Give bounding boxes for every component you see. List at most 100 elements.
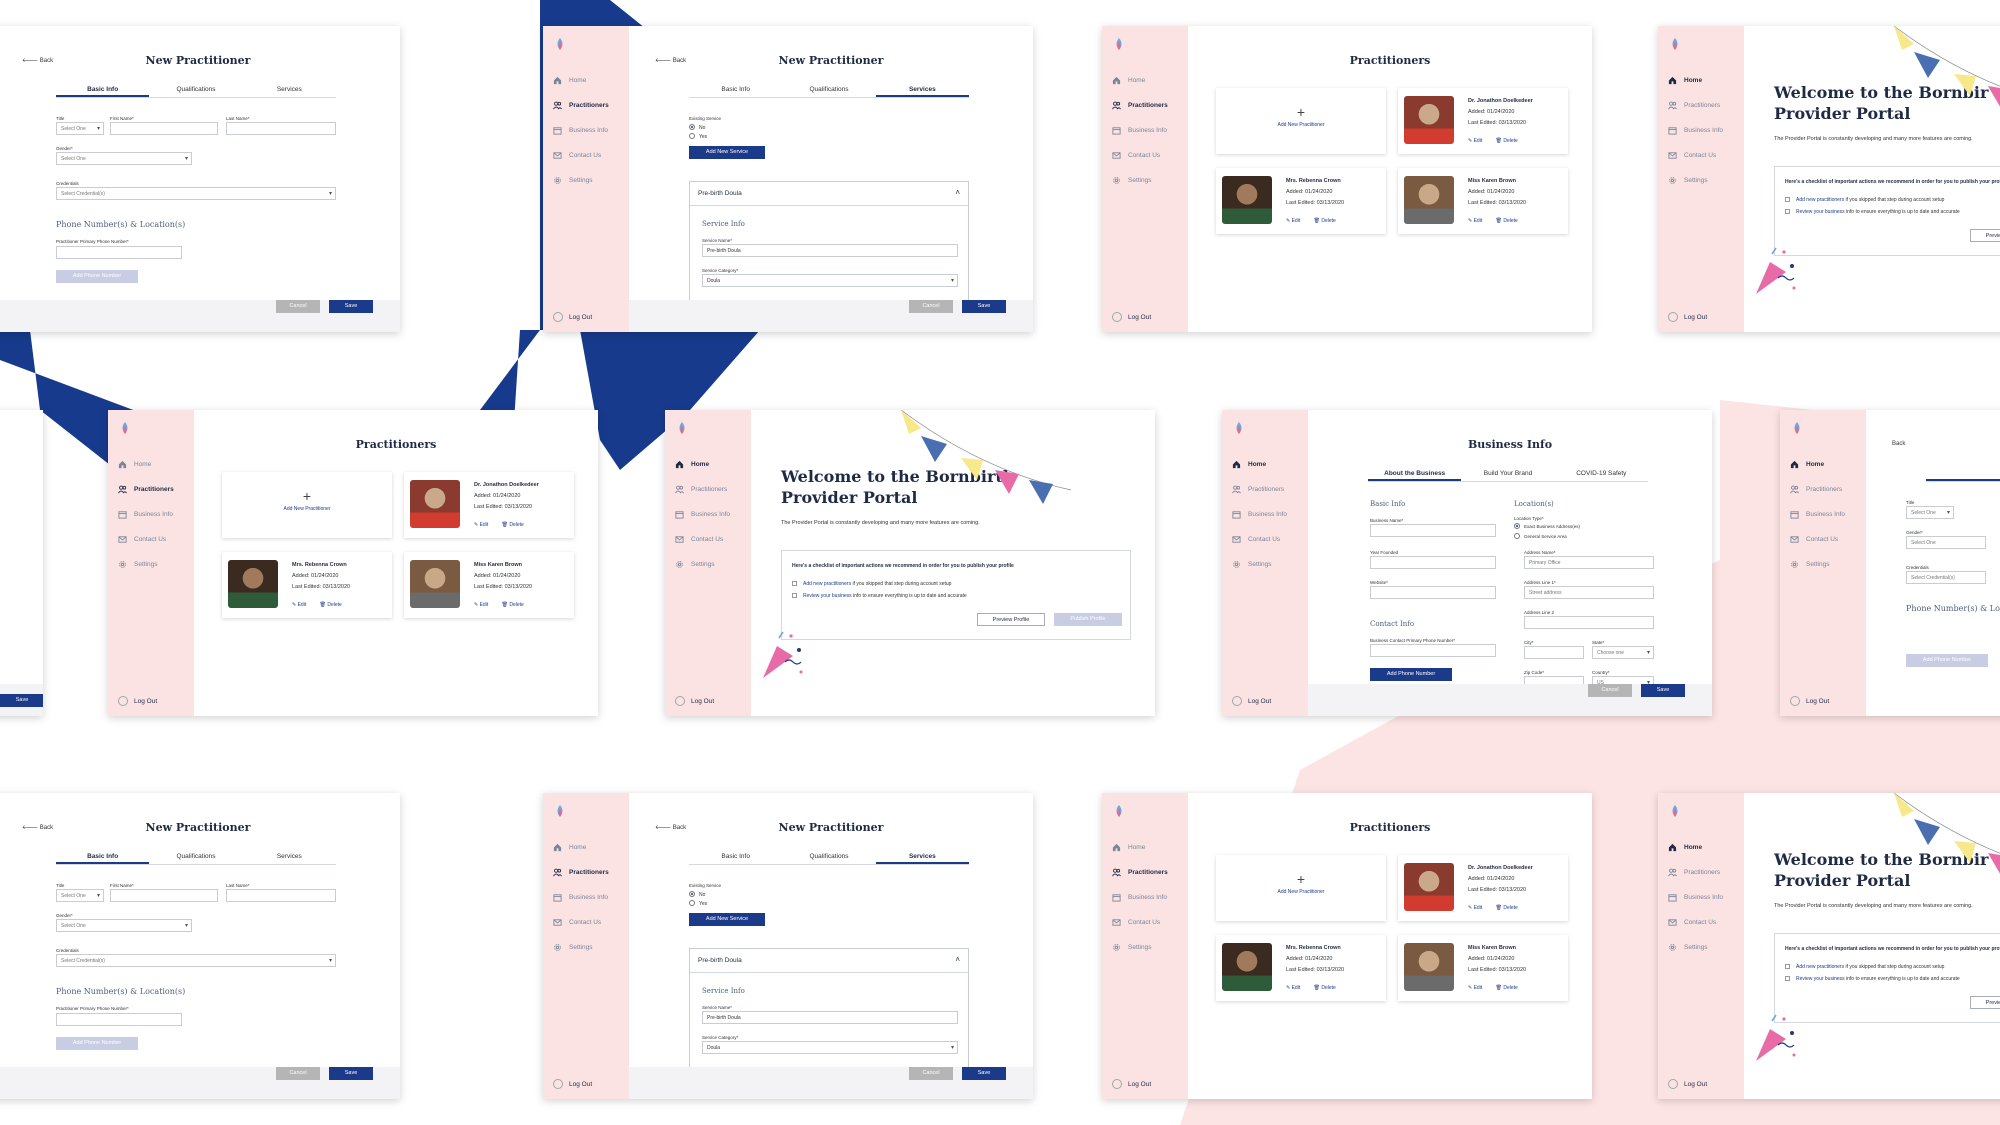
- logout-button[interactable]: Log Out: [1790, 696, 1829, 706]
- sidebar-item-contact-us[interactable]: Contact Us: [543, 143, 629, 168]
- sidebar-item-settings[interactable]: Settings: [1658, 168, 1744, 193]
- sidebar-item-contact-us[interactable]: Contact Us: [665, 527, 751, 552]
- gender-select[interactable]: Select One: [1906, 536, 1986, 549]
- sidebar-item-home[interactable]: Home: [1658, 835, 1744, 860]
- practitioner-card[interactable]: Mrs. Rebenna Crown Added: 01/24/2020 Last …: [1216, 168, 1386, 234]
- delete-button[interactable]: 🗑 Delete: [1314, 218, 1336, 224]
- add-phone-button[interactable]: Add Phone Number: [1370, 668, 1452, 681]
- tab[interactable]: COVID-19 Safety: [1555, 470, 1648, 481]
- service-name-input[interactable]: Pre-birth Doula: [702, 1011, 958, 1024]
- sidebar-item-business-info[interactable]: Business Info: [1658, 118, 1744, 143]
- save-button[interactable]: Save: [1641, 684, 1685, 697]
- tab[interactable]: About the Business: [1368, 470, 1462, 481]
- cancel-button[interactable]: Cancel: [1588, 684, 1632, 697]
- radio-yes[interactable]: Yes: [689, 900, 707, 907]
- save-button[interactable]: Save: [329, 300, 373, 313]
- tab[interactable]: Basic Info: [56, 853, 150, 864]
- radio-yes[interactable]: Yes: [689, 133, 707, 140]
- preview-profile-button[interactable]: Preview Profile: [1970, 996, 2000, 1009]
- sidebar-item-business-info[interactable]: Business Info: [1658, 885, 1744, 910]
- practitioner-card[interactable]: Miss Karen Brown Added: 01/24/2020 Last Ed…: [1398, 168, 1568, 234]
- logout-button[interactable]: Log Out: [553, 1079, 592, 1089]
- address-name-input[interactable]: Primary Office: [1524, 556, 1654, 569]
- address-line1-input[interactable]: Street address: [1524, 586, 1654, 599]
- sidebar-item-home[interactable]: Home: [108, 452, 194, 477]
- sidebar-item-contact-us[interactable]: Contact Us: [1780, 527, 1866, 552]
- delete-button[interactable]: 🗑 Delete: [502, 602, 524, 608]
- preview-profile-button[interactable]: Preview Profile: [1970, 229, 2000, 242]
- city-input[interactable]: [1524, 646, 1584, 659]
- logout-button[interactable]: Log Out: [675, 696, 714, 706]
- cancel-button[interactable]: Cancel: [909, 300, 953, 313]
- address-line2-input[interactable]: [1524, 616, 1654, 629]
- radio-no[interactable]: No: [689, 124, 705, 131]
- sidebar-item-practitioners[interactable]: Practitioners: [1658, 860, 1744, 885]
- phone-input[interactable]: [56, 246, 182, 259]
- title-select[interactable]: Select One: [56, 889, 104, 902]
- last-name-input[interactable]: [226, 889, 336, 902]
- sidebar-item-business-info[interactable]: Business Info: [1780, 502, 1866, 527]
- service-category-select[interactable]: Doula: [702, 1041, 958, 1054]
- save-button[interactable]: Save: [962, 300, 1006, 313]
- sidebar-item-settings[interactable]: Settings: [543, 168, 629, 193]
- gender-select[interactable]: Select One: [56, 919, 192, 932]
- sidebar-item-home[interactable]: Home: [543, 835, 629, 860]
- edit-button[interactable]: ✎ Edit: [1468, 138, 1482, 144]
- cancel-button[interactable]: Cancel: [276, 300, 320, 313]
- add-phone-button[interactable]: Add Phone Number: [56, 1037, 138, 1050]
- logout-button[interactable]: Log Out: [553, 312, 592, 322]
- publish-profile-button[interactable]: Publish Profile: [1054, 613, 1122, 626]
- year-founded-input[interactable]: [1370, 556, 1496, 569]
- checklist-link[interactable]: Add new practitioners: [803, 581, 851, 587]
- sidebar-item-practitioners[interactable]: Practitioners: [1222, 477, 1308, 502]
- sidebar-item-settings[interactable]: Settings: [1102, 935, 1188, 960]
- delete-button[interactable]: 🗑 Delete: [1496, 138, 1518, 144]
- sidebar-item-settings[interactable]: Settings: [665, 552, 751, 577]
- checklist-link[interactable]: Review your business: [803, 593, 852, 599]
- sidebar-item-practitioners[interactable]: Practitioners: [1780, 477, 1866, 502]
- credentials-select[interactable]: Select Credential(s): [1906, 571, 1986, 584]
- sidebar-item-home[interactable]: Home: [665, 452, 751, 477]
- tab[interactable]: Qualifications: [149, 86, 242, 97]
- checkbox[interactable]: [1785, 976, 1790, 981]
- checklist-item[interactable]: Review your business info to ensure ever…: [792, 593, 967, 599]
- logout-button[interactable]: Log Out: [1232, 696, 1271, 706]
- add-new-service-button[interactable]: Add New Service: [689, 146, 765, 159]
- sidebar-item-business-info[interactable]: Business Info: [665, 502, 751, 527]
- sidebar-item-settings[interactable]: Settings: [1222, 552, 1308, 577]
- checklist-item[interactable]: Review your business info to ensure ever…: [1785, 209, 1960, 215]
- sidebar-item-contact-us[interactable]: Contact Us: [1658, 143, 1744, 168]
- accordion-header[interactable]: Pre-birth Doula ˄: [690, 949, 968, 973]
- sidebar-item-business-info[interactable]: Business Info: [108, 502, 194, 527]
- checklist-item[interactable]: Add new practitioners if you skipped tha…: [1785, 197, 1944, 203]
- sidebar-item-contact-us[interactable]: Contact Us: [1102, 910, 1188, 935]
- sidebar-item-home[interactable]: Home: [1102, 68, 1188, 93]
- tab[interactable]: Basic Info: [1926, 470, 2000, 481]
- sidebar-item-home[interactable]: Home: [1780, 452, 1866, 477]
- tab[interactable]: Services: [875, 853, 969, 864]
- preview-profile-button[interactable]: Preview Profile: [977, 613, 1045, 626]
- practitioner-card[interactable]: Dr. Jonathon Doelkedeer Added: 01/24/2020…: [404, 472, 574, 538]
- tab[interactable]: Services: [243, 853, 336, 864]
- sidebar-item-practitioners[interactable]: Practitioners: [543, 93, 629, 118]
- sidebar-item-contact-us[interactable]: Contact Us: [543, 910, 629, 935]
- logout-button[interactable]: Log Out: [1668, 1079, 1707, 1089]
- checkbox[interactable]: [1785, 197, 1790, 202]
- edit-button[interactable]: ✎ Edit: [1468, 905, 1482, 911]
- delete-button[interactable]: 🗑 Delete: [1496, 905, 1518, 911]
- sidebar-item-business-info[interactable]: Business Info: [1102, 118, 1188, 143]
- checklist-link[interactable]: Add new practitioners: [1796, 197, 1844, 203]
- back-link[interactable]: Back: [1892, 441, 1905, 447]
- add-practitioner-card[interactable]: + Add New Practitioner: [222, 472, 392, 538]
- radio-general[interactable]: General Service Area: [1514, 533, 1567, 539]
- logout-button[interactable]: Log Out: [118, 696, 157, 706]
- edit-button[interactable]: ✎ Edit: [1468, 218, 1482, 224]
- sidebar-item-practitioners[interactable]: Practitioners: [1658, 93, 1744, 118]
- sidebar-item-home[interactable]: Home: [1102, 835, 1188, 860]
- title-select[interactable]: Select One: [1906, 506, 1954, 519]
- practitioner-card[interactable]: Mrs. Rebenna Crown Added: 01/24/2020 Last …: [1216, 935, 1386, 1001]
- add-new-service-button[interactable]: Add New Service: [689, 913, 765, 926]
- save-button[interactable]: Save: [0, 694, 43, 707]
- edit-button[interactable]: ✎ Edit: [1286, 218, 1300, 224]
- checklist-link[interactable]: Add new practitioners: [1796, 964, 1844, 970]
